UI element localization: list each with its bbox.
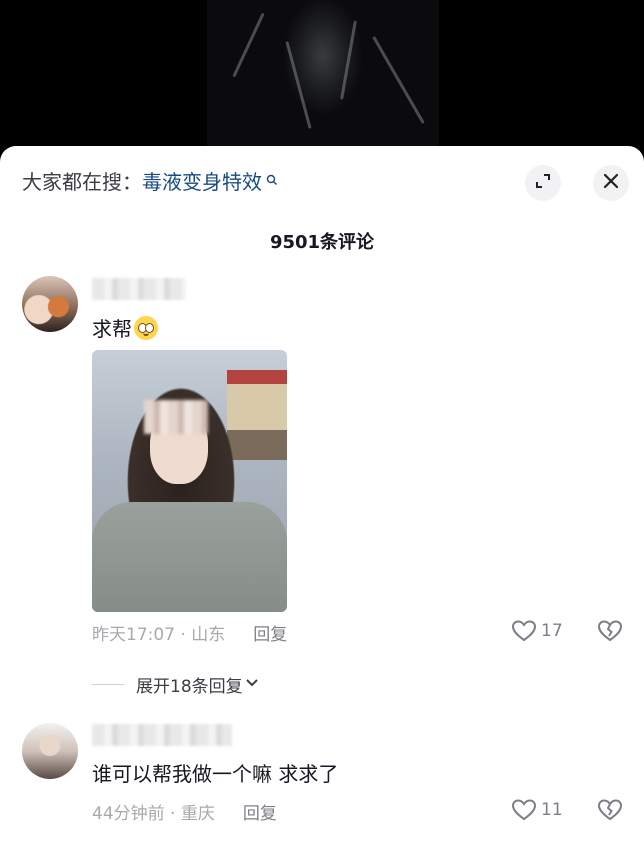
comment-meta: 昨天17:07 · 山东 回复	[92, 620, 287, 645]
username-blurred[interactable]	[92, 278, 186, 300]
search-suggestion-prefix: 大家都在搜：	[22, 170, 142, 194]
heart-icon	[511, 620, 537, 642]
search-suggestion[interactable]: 大家都在搜：毒液变身特效	[22, 168, 278, 196]
comment-text-content: 求帮	[92, 317, 132, 341]
like-button[interactable]: 11	[511, 798, 563, 822]
expand-button[interactable]	[525, 165, 561, 201]
dislike-button[interactable]	[597, 798, 623, 826]
username-blurred[interactable]	[92, 724, 232, 746]
broken-heart-icon	[597, 799, 623, 821]
like-button[interactable]: 17	[511, 619, 563, 643]
avatar[interactable]	[22, 276, 78, 332]
reply-button[interactable]: 回复	[243, 804, 277, 824]
close-icon	[602, 172, 620, 194]
divider	[92, 684, 124, 685]
video-player[interactable]	[0, 0, 644, 160]
pleading-face-emoji-icon	[134, 316, 158, 340]
comment-text: 求帮	[92, 315, 158, 343]
avatar[interactable]	[22, 723, 78, 779]
expand-icon	[534, 172, 552, 194]
comment-time-location: 昨天17:07 · 山东	[92, 625, 226, 645]
comments-sheet: 大家都在搜：毒液变身特效 9501条评论 求帮 昨天17:07 · 山东 回复 …	[0, 146, 644, 849]
comment-meta: 44分钟前 · 重庆 回复	[92, 799, 277, 824]
expand-replies-label: 展开18条回复	[136, 677, 243, 697]
search-suggestion-keyword[interactable]: 毒液变身特效	[142, 170, 262, 194]
dislike-button[interactable]	[597, 619, 623, 647]
comment-count-title: 9501条评论	[269, 232, 375, 253]
comment-text: 谁可以帮我做一个嘛 求求了	[92, 762, 339, 786]
comment-time-location: 44分钟前 · 重庆	[92, 804, 215, 824]
comment-image[interactable]	[92, 350, 287, 612]
close-button[interactable]	[593, 165, 629, 201]
reply-button[interactable]: 回复	[253, 625, 287, 645]
video-frame	[207, 0, 439, 160]
like-count: 11	[541, 800, 563, 820]
heart-icon	[511, 799, 537, 821]
search-icon	[262, 174, 278, 189]
broken-heart-icon	[597, 620, 623, 642]
like-count: 17	[541, 621, 563, 641]
expand-replies-button[interactable]: 展开18条回复	[92, 672, 261, 697]
chevron-down-icon	[243, 673, 261, 696]
